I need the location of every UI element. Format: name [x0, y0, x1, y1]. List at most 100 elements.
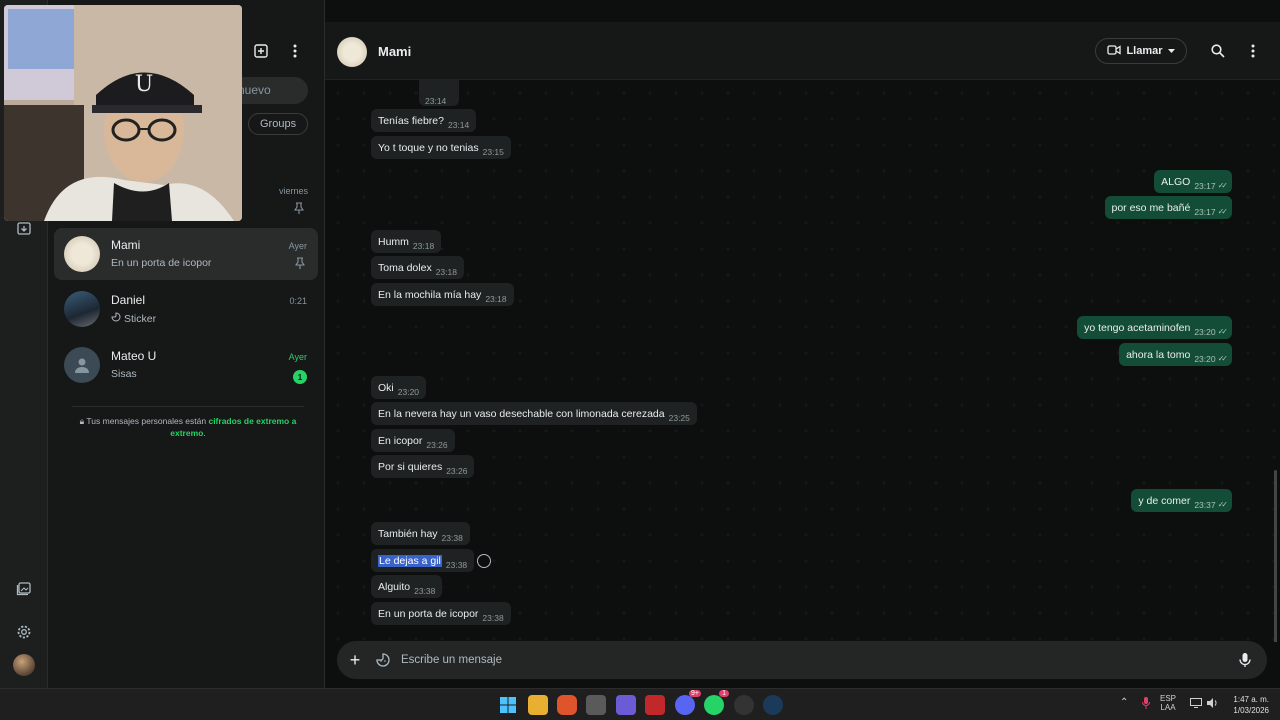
message-text: También hay	[378, 527, 438, 540]
call-button[interactable]: Llamar	[1095, 38, 1187, 64]
message-incoming[interactable]: En icopor 23:26	[371, 429, 455, 452]
game-app-icon[interactable]	[616, 695, 636, 715]
obs-icon[interactable]	[734, 695, 754, 715]
whatsapp-badge: 1	[719, 690, 729, 697]
message-outgoing[interactable]: y de comer 23:37 ✓✓	[1131, 489, 1232, 512]
news-app-icon[interactable]	[645, 695, 665, 715]
chat-row-daniel[interactable]: Daniel Sticker 0:21	[54, 283, 318, 335]
default-avatar-icon	[64, 347, 100, 383]
profile-avatar[interactable]	[12, 653, 36, 677]
settings-gear-icon[interactable]	[12, 620, 36, 644]
chat-time: 0:21	[289, 296, 307, 306]
message-time: 23:26	[446, 465, 468, 476]
chat-menu-kebab-icon[interactable]	[1243, 41, 1263, 61]
message-outgoing[interactable]: por eso me bañé 23:17 ✓✓	[1104, 196, 1232, 219]
read-ticks-icon: ✓✓	[1217, 207, 1229, 216]
message-input[interactable]	[401, 650, 1201, 670]
chat-preview-text: Sisas	[111, 368, 137, 380]
message-time: 23:38	[414, 585, 436, 596]
e2e-suffix: .	[203, 428, 206, 438]
message-time: 23:17	[1194, 206, 1216, 217]
chat-name: Daniel	[111, 293, 146, 307]
language-indicator[interactable]: ESP LAA	[1160, 694, 1176, 712]
conversation-pane: Mami Llamar 23:14 Tenías fiebre? 23:14 Yo…	[325, 0, 1280, 688]
message-incoming-selected[interactable]: Le dejas a gil 23:38	[371, 549, 475, 572]
message-time: 23:18	[412, 240, 435, 251]
emoji-reaction-icon[interactable]	[477, 554, 491, 568]
message-text: Tenías fiebre?	[378, 114, 444, 127]
whatsapp-icon[interactable]: 1	[704, 690, 729, 715]
discord-icon[interactable]: 9+	[675, 690, 701, 715]
windows-start-icon[interactable]	[498, 695, 518, 715]
media-gallery-icon[interactable]	[12, 576, 36, 600]
message-time: 23:38	[441, 532, 463, 543]
avatar	[64, 236, 100, 272]
brave-browser-icon[interactable]	[557, 695, 577, 715]
network-icon[interactable]	[1190, 698, 1202, 710]
chat-row-mateo-u[interactable]: Mateo U Sisas Ayer 1	[54, 339, 318, 391]
message-time: 23:38	[482, 612, 504, 623]
discord-badge: 9+	[689, 690, 701, 697]
message-text: Toma dolex	[378, 261, 432, 274]
selected-message-text[interactable]: Le dejas a gil	[378, 554, 442, 567]
microphone-tray-icon[interactable]	[1142, 697, 1150, 711]
sticker-icon	[111, 312, 121, 325]
message-text: En icopor	[378, 434, 423, 447]
message-incoming[interactable]: También hay 23:38	[371, 522, 470, 545]
message-time: 23:20	[397, 386, 420, 397]
system-clock[interactable]: 1:47 a. m. 1/03/2026	[1233, 694, 1269, 716]
encryption-notice: 🔒︎ Tus mensajes personales están cifrado…	[72, 406, 304, 439]
message-incoming[interactable]: En la nevera hay un vaso desechable con …	[371, 402, 697, 425]
volume-icon[interactable]	[1207, 698, 1219, 710]
contact-avatar[interactable]	[337, 37, 367, 67]
tray-chevron-up-icon[interactable]: ⌃	[1120, 698, 1128, 708]
chat-preview-text: En un porta de icopor	[111, 257, 212, 269]
chat-preview: En un porta de icopor	[111, 257, 211, 269]
search-icon[interactable]	[1208, 41, 1228, 61]
microphone-icon[interactable]	[1235, 650, 1255, 670]
new-chat-icon[interactable]	[249, 39, 273, 63]
contact-name[interactable]: Mami	[378, 44, 411, 59]
message-incoming[interactable]: Humm 23:18	[371, 230, 442, 253]
message-incoming[interactable]: Por si quieres 23:26	[371, 455, 475, 478]
chat-preview-text: Sticker	[124, 312, 157, 325]
menu-kebab-icon[interactable]	[283, 39, 307, 63]
message-text: ALGO	[1161, 175, 1191, 188]
chat-time: Ayer	[288, 241, 307, 251]
message-incoming[interactable]: Toma dolex 23:18	[371, 256, 464, 279]
e2e-text: Tus mensajes personales están	[86, 416, 209, 426]
message-outgoing[interactable]: ALGO 23:17 ✓✓	[1154, 170, 1232, 193]
chat-row-mami[interactable]: Mami En un porta de icopor Ayer	[54, 228, 318, 280]
message-incoming[interactable]: Alguito 23:38	[371, 575, 443, 598]
attach-plus-icon[interactable]: +	[343, 648, 367, 672]
message-time: 23:26	[426, 439, 448, 450]
message-text: Alguito	[378, 580, 411, 593]
chat-time-partial: viernes	[279, 186, 309, 196]
message-incoming[interactable]: En un porta de icopor 23:38	[371, 602, 511, 625]
sticker-emoji-icon[interactable]	[373, 650, 393, 670]
message-outgoing[interactable]: yo tengo acetaminofen 23:20 ✓✓	[1077, 316, 1232, 339]
message-outgoing[interactable]: ahora la tomo 23:20 ✓✓	[1119, 343, 1232, 366]
message-incoming[interactable]: Tenías fiebre? 23:14	[371, 109, 477, 132]
message-incoming[interactable]: Yo t toque y no tenias 23:15	[371, 136, 511, 159]
file-explorer-icon[interactable]	[528, 695, 548, 715]
message-text: yo tengo acetaminofen	[1084, 321, 1191, 334]
read-ticks-icon: ✓✓	[1217, 500, 1229, 509]
chevron-down-icon	[1167, 45, 1175, 57]
message-incoming[interactable]: Oki 23:20	[371, 376, 427, 399]
message-text: En un porta de icopor	[378, 607, 479, 620]
language-layout: LAA	[1160, 703, 1176, 712]
scrollbar-thumb[interactable]	[1274, 470, 1277, 642]
message-time: 23:18	[435, 266, 457, 277]
windows-taskbar: 9+ 1 ⌃ ESP LAA 1:47 a. m. 1/03/2026	[0, 688, 1280, 720]
message-incoming[interactable]: En la mochila mía hay 23:18	[371, 283, 514, 306]
steam-icon[interactable]	[763, 695, 783, 715]
filter-chip-groups[interactable]: Groups	[248, 113, 309, 135]
chat-name: Mateo U	[111, 349, 157, 363]
chat-name: Mami	[111, 238, 141, 252]
pin-icon	[294, 257, 306, 272]
message-list[interactable]: 23:14 Tenías fiebre? 23:14 Yo t toque y n…	[325, 80, 1280, 642]
svg-text:U: U	[135, 72, 154, 97]
message-time: 23:25	[668, 412, 690, 423]
calculator-icon[interactable]	[586, 695, 606, 715]
